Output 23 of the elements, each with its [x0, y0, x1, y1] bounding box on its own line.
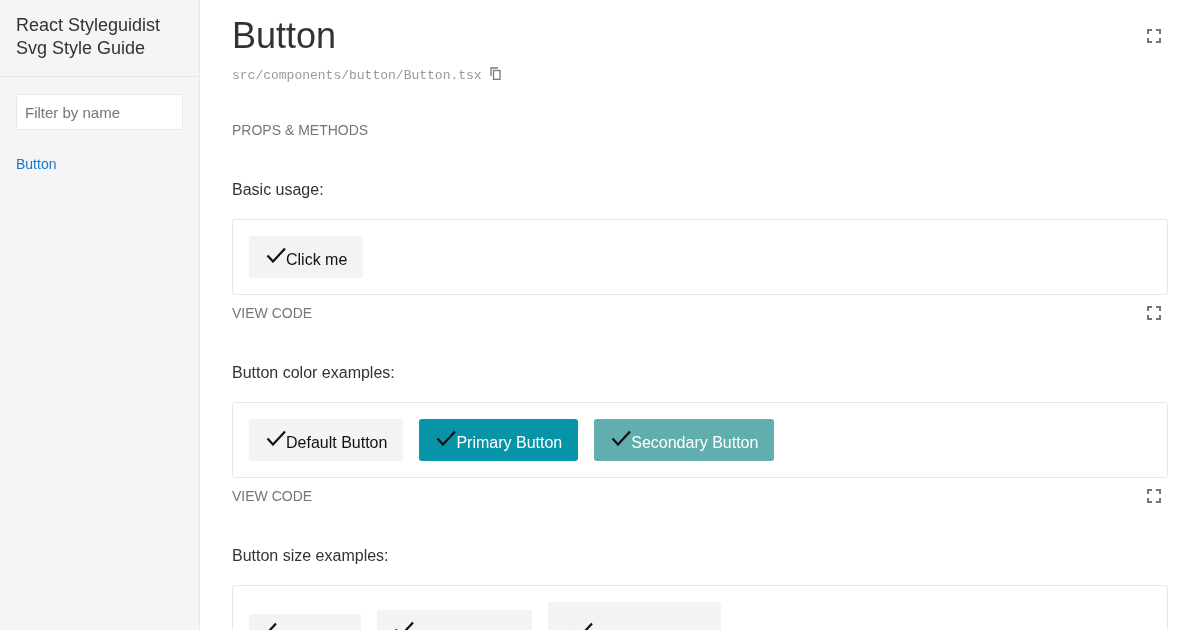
file-path: src/components/button/Button.tsx — [232, 68, 482, 84]
example-description: Basic usage: — [232, 180, 324, 200]
filter-input[interactable]: Filter by name — [16, 94, 183, 130]
check-icon — [266, 430, 286, 446]
example-description: Button color examples: — [232, 363, 395, 383]
fullscreen-icon[interactable] — [1147, 489, 1161, 503]
demo-button[interactable]: Default Button — [249, 419, 404, 461]
view-code-link[interactable]: VIEW CODE — [232, 303, 313, 323]
sidebar-title: React Styleguidist Svg Style Guide — [16, 14, 162, 60]
check-icon — [436, 430, 457, 446]
sidebar-link[interactable]: Button — [16, 154, 57, 174]
component-title: Button — [232, 14, 337, 58]
check-icon — [266, 247, 286, 263]
fullscreen-icon[interactable] — [1147, 306, 1161, 320]
copy-icon[interactable] — [489, 67, 501, 80]
fullscreen-icon[interactable] — [1147, 29, 1161, 43]
demo-button[interactable]: Primary Button — [419, 419, 579, 461]
check-icon — [611, 430, 632, 446]
view-code-link[interactable]: VIEW CODE — [232, 486, 313, 506]
demo-button[interactable]: Click me — [249, 236, 364, 278]
demo-button[interactable]: Secondary Button — [594, 419, 775, 461]
props-link[interactable]: PROPS & METHODS — [232, 120, 369, 140]
example-description: Button size examples: — [232, 546, 389, 566]
